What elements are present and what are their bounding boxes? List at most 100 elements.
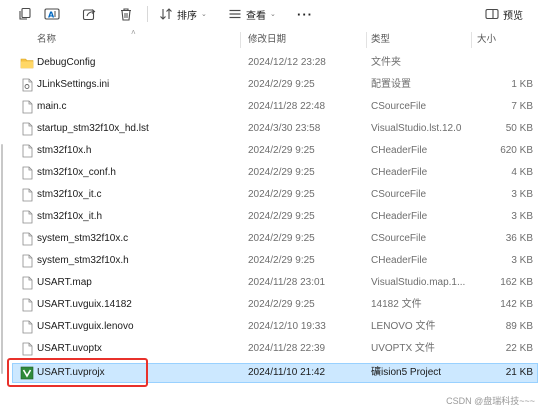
file-date: 2024/2/29 9:25 xyxy=(248,189,315,200)
column-divider[interactable] xyxy=(366,32,367,48)
copy-icon xyxy=(19,7,31,20)
column-header: ˄ 名称 修改日期 类型 大小 xyxy=(0,28,543,52)
column-divider[interactable] xyxy=(240,32,241,48)
list-item[interactable]: system_stm32f10x.c 2024/2/29 9:25 CSourc… xyxy=(0,228,543,250)
file-date: 2024/11/28 23:01 xyxy=(248,277,326,288)
column-divider[interactable] xyxy=(471,32,472,48)
file-type: CHeaderFile xyxy=(371,167,428,178)
command-bar: A 排序 ⌄ 查看 ⌄ ··· 预览 xyxy=(0,0,543,29)
file-date: 2024/2/29 9:25 xyxy=(248,79,315,90)
list-item[interactable]: stm32f10x.h 2024/2/29 9:25 CHeaderFile 6… xyxy=(0,140,543,162)
list-item[interactable]: USART.uvguix.lenovo 2024/12/10 19:33 LEN… xyxy=(0,316,543,338)
file-type: CSourceFile xyxy=(371,189,427,200)
file-icon xyxy=(20,342,34,356)
file-icon xyxy=(20,298,34,312)
file-type: UVOPTX 文件 xyxy=(371,343,435,354)
file-date: 2024/11/28 22:39 xyxy=(248,343,326,354)
file-icon xyxy=(20,100,34,114)
rename-button[interactable]: A xyxy=(44,0,60,28)
more-options-button[interactable]: ··· xyxy=(297,0,313,28)
file-icon xyxy=(20,122,34,136)
file-type: VisualStudio.map.1... xyxy=(371,277,466,288)
file-date: 2024/2/29 9:25 xyxy=(248,255,315,266)
list-item[interactable]: JLinkSettings.ini 2024/2/29 9:25 配置设置 1 … xyxy=(0,74,543,96)
file-date: 2024/2/29 9:25 xyxy=(248,299,315,310)
file-type: CHeaderFile xyxy=(371,145,428,156)
file-type: 14182 文件 xyxy=(371,299,422,310)
preview-label: 预览 xyxy=(503,10,523,22)
highlight-annotation-box xyxy=(7,358,148,387)
list-item[interactable]: stm32f10x_conf.h 2024/2/29 9:25 CHeaderF… xyxy=(0,162,543,184)
file-type: CHeaderFile xyxy=(371,255,428,266)
file-size: 620 KB xyxy=(500,145,533,156)
column-header-size[interactable]: 大小 xyxy=(477,28,537,52)
list-item[interactable]: DebugConfig 2024/12/12 23:28 文件夹 xyxy=(0,52,543,74)
file-name: stm32f10x.h xyxy=(37,145,92,156)
file-size: 22 KB xyxy=(505,343,533,354)
copy-button[interactable] xyxy=(18,0,32,28)
file-icon xyxy=(20,232,34,246)
file-size: 3 KB xyxy=(511,189,533,200)
file-name: USART.uvguix.lenovo xyxy=(37,321,134,332)
list-item[interactable]: startup_stm32f10x_hd.lst 2024/3/30 23:58… xyxy=(0,118,543,140)
list-item[interactable]: system_stm32f10x.h 2024/2/29 9:25 CHeade… xyxy=(0,250,543,272)
chevron-down-icon: ⌄ xyxy=(201,11,207,18)
share-icon xyxy=(82,9,96,21)
file-name: main.c xyxy=(37,101,67,112)
file-size: 3 KB xyxy=(511,211,533,222)
file-size: 4 KB xyxy=(511,167,533,178)
preview-pane-button[interactable]: 预览 xyxy=(485,0,523,28)
share-button[interactable] xyxy=(82,0,96,28)
file-icon xyxy=(20,210,34,224)
delete-button[interactable] xyxy=(119,0,133,28)
more-label: ··· xyxy=(297,6,313,22)
list-item[interactable]: stm32f10x_it.c 2024/2/29 9:25 CSourceFil… xyxy=(0,184,543,206)
file-date: 2024/11/10 21:42 xyxy=(248,367,326,378)
file-name: startup_stm32f10x_hd.lst xyxy=(37,123,149,134)
file-type: CHeaderFile xyxy=(371,211,428,222)
list-item[interactable]: USART.uvguix.14182 2024/2/29 9:25 14182 … xyxy=(0,294,543,316)
file-date: 2024/2/29 9:25 xyxy=(248,167,315,178)
file-type: VisualStudio.lst.12.0 xyxy=(371,123,462,134)
view-icon xyxy=(229,9,241,19)
column-header-date[interactable]: 修改日期 xyxy=(248,28,363,52)
column-header-type[interactable]: 类型 xyxy=(371,28,471,52)
file-list: DebugConfig 2024/12/12 23:28 文件夹 JLinkSe… xyxy=(0,52,543,390)
list-item[interactable]: main.c 2024/11/28 22:48 CSourceFile 7 KB xyxy=(0,96,543,118)
file-type: 配置设置 xyxy=(371,79,411,90)
file-size: 21 KB xyxy=(505,367,533,378)
ini-file-icon xyxy=(20,78,34,92)
chevron-down-icon: ⌄ xyxy=(270,11,276,18)
sort-icon xyxy=(160,8,172,20)
toolbar-separator xyxy=(147,6,148,22)
view-button[interactable]: 查看 ⌄ xyxy=(228,0,276,28)
list-item[interactable]: USART.uvoptx 2024/11/28 22:39 UVOPTX 文件 … xyxy=(0,338,543,360)
folder-icon xyxy=(20,56,34,70)
file-icon xyxy=(20,188,34,202)
file-name: stm32f10x_conf.h xyxy=(37,167,116,178)
file-icon xyxy=(20,144,34,158)
file-date: 2024/12/12 23:28 xyxy=(248,57,326,68)
file-name: system_stm32f10x.c xyxy=(37,233,129,244)
file-date: 2024/2/29 9:25 xyxy=(248,211,315,222)
column-header-name[interactable]: 名称 xyxy=(37,28,237,52)
file-name: stm32f10x_it.h xyxy=(37,211,103,222)
file-size: 50 KB xyxy=(505,123,533,134)
file-type: 文件夹 xyxy=(371,57,401,68)
file-date: 2024/3/30 23:58 xyxy=(248,123,321,134)
rename-icon: A xyxy=(44,8,60,20)
file-date: 2024/12/10 19:33 xyxy=(248,321,326,332)
watermark: CSDN @盘瑞科技~~~ xyxy=(446,396,535,406)
file-size: 3 KB xyxy=(511,255,533,266)
preview-pane-icon xyxy=(485,8,499,20)
file-icon xyxy=(20,166,34,180)
list-item[interactable]: stm32f10x_it.h 2024/2/29 9:25 CHeaderFil… xyxy=(0,206,543,228)
svg-text:A: A xyxy=(48,11,55,20)
list-item[interactable]: USART.map 2024/11/28 23:01 VisualStudio.… xyxy=(0,272,543,294)
sort-button[interactable]: 排序 ⌄ xyxy=(159,0,207,28)
file-type: CSourceFile xyxy=(371,233,427,244)
file-name: stm32f10x_it.c xyxy=(37,189,102,200)
file-type: CSourceFile xyxy=(371,101,427,112)
file-type: 礦ision5 Project xyxy=(371,367,442,378)
trash-icon xyxy=(121,8,131,21)
